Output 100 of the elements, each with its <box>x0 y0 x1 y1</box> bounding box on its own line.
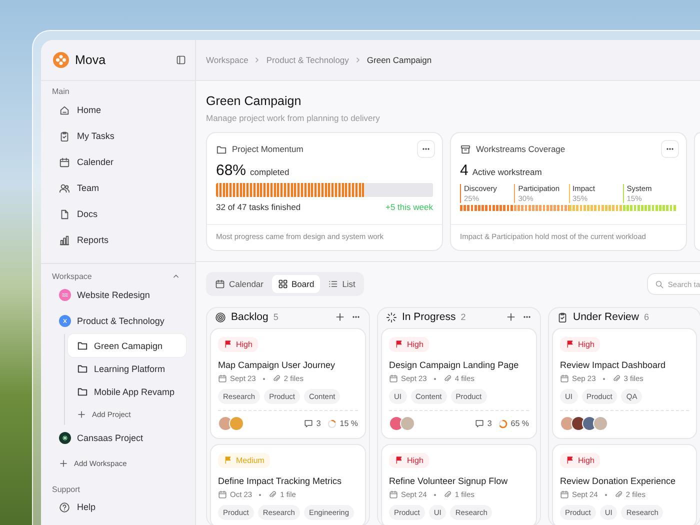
weekly-change: +5 this week <box>386 202 433 212</box>
page-title: Green Campaign <box>206 94 302 108</box>
calendar-icon <box>389 490 398 499</box>
calendar-icon <box>560 374 569 383</box>
separator-dot <box>262 378 265 380</box>
target-icon <box>215 312 226 322</box>
logo-icon <box>53 52 69 68</box>
project-item[interactable]: Green Camapign <box>68 334 186 357</box>
column-count: 6 <box>644 312 650 322</box>
plus-icon <box>59 458 68 468</box>
view-tab[interactable]: Board <box>272 275 320 293</box>
priority-badge: High <box>560 336 600 352</box>
view-tab[interactable]: Calendar <box>209 275 270 293</box>
paperclip-icon <box>268 490 278 499</box>
nav-item[interactable]: Docs <box>41 201 195 227</box>
paperclip-icon <box>612 374 621 383</box>
brand-name: Mova <box>75 53 107 67</box>
calendar-icon <box>218 374 227 383</box>
home-icon <box>59 104 70 116</box>
flag-icon <box>395 340 403 348</box>
chart-icon <box>59 234 70 246</box>
folder-icon <box>77 340 88 351</box>
separator-dot <box>434 494 436 496</box>
column-title: In Progress <box>402 311 456 323</box>
separator-dot <box>259 494 262 496</box>
stat-value: 4 <box>460 162 468 179</box>
workspace-item[interactable]: Product & Technology <box>41 308 195 334</box>
paperclip-icon <box>442 490 452 499</box>
task-title: Map Campaign User Journey <box>218 359 336 371</box>
separator-dot <box>602 378 605 380</box>
more-button[interactable] <box>661 140 679 158</box>
priority-badge: High <box>389 336 430 352</box>
separator-dot <box>434 378 436 380</box>
calendar-icon <box>215 279 225 289</box>
priority-badge: High <box>389 452 430 468</box>
comment-count: 3 <box>316 419 321 428</box>
card-title: Project Momentum <box>232 144 304 154</box>
progress-ring-icon <box>326 418 337 428</box>
calendar-icon <box>218 490 227 499</box>
search-icon <box>654 280 664 288</box>
column-count: 2 <box>460 312 467 322</box>
progress-percent: 15 % <box>340 419 358 428</box>
nav-item[interactable]: Calender <box>41 149 195 175</box>
folder-icon <box>77 386 88 397</box>
workspace-item[interactable]: Website Redesign <box>41 282 195 308</box>
more-button[interactable] <box>417 140 435 158</box>
project-item[interactable]: Learning Platform <box>68 357 186 380</box>
document-icon <box>59 208 70 220</box>
column-title: Under Review <box>573 311 639 323</box>
nav-item[interactable]: My Tasks <box>41 123 195 149</box>
task-title: Refine Volunteer Signup Flow <box>389 475 509 487</box>
nav-item[interactable]: Reports <box>41 227 195 253</box>
progress-ring-icon <box>498 418 508 428</box>
help-icon <box>59 502 70 512</box>
plus-icon[interactable] <box>335 312 345 322</box>
folder-icon <box>77 363 88 374</box>
page-subtitle: Manage project work from planning to delivery <box>206 113 381 123</box>
nav-item[interactable]: Help <box>41 495 195 519</box>
progress-percent: 65 % <box>510 419 529 428</box>
priority-badge: High <box>218 336 258 352</box>
view-tab[interactable]: List <box>322 275 362 293</box>
sidebar-toggle-icon[interactable] <box>176 55 186 65</box>
spinner-icon <box>386 312 397 322</box>
grid-icon <box>278 279 288 289</box>
flag-icon <box>224 340 232 348</box>
clipboard-icon <box>557 312 568 322</box>
flag-icon <box>566 340 574 348</box>
calendar-icon <box>560 490 569 499</box>
calendar-icon <box>389 374 398 383</box>
comment-icon <box>304 419 314 428</box>
flag-icon <box>224 456 232 464</box>
section-label: Main <box>51 86 70 97</box>
task-title: Review Impact Dashboard <box>560 359 667 371</box>
clipboard-icon <box>59 130 70 142</box>
stat-label: completed <box>250 167 290 177</box>
task-title: Define Impact Tracking Metrics <box>218 475 343 487</box>
card-title: Workstreams Coverage <box>476 144 566 154</box>
nav-item[interactable]: Home <box>41 97 195 123</box>
priority-badge: Medium <box>218 452 270 468</box>
calendar-icon <box>59 156 70 168</box>
paperclip-icon <box>442 374 452 383</box>
tasks-finished-text: 32 of 47 tasks finished <box>216 202 301 212</box>
task-title: Review Donation Experience <box>560 475 677 487</box>
archive-icon <box>460 144 471 154</box>
comment-icon <box>475 419 484 428</box>
folder-icon <box>216 144 227 154</box>
project-item[interactable]: Mobile App Revamp <box>68 380 186 403</box>
nav-item[interactable]: Team <box>41 175 195 201</box>
priority-badge: High <box>560 452 600 468</box>
column-count: 5 <box>273 312 280 322</box>
paperclip-icon <box>272 374 281 383</box>
column-title: Backlog <box>231 311 268 323</box>
paperclip-icon <box>614 490 623 499</box>
comment-count: 3 <box>487 419 492 428</box>
workspace-item[interactable]: Cansaas Project <box>41 425 195 451</box>
flag-icon <box>566 456 574 464</box>
section-label: Workspace <box>52 272 92 280</box>
plus-icon[interactable] <box>506 312 516 322</box>
breadcrumb-link[interactable]: Green Campaign <box>366 55 432 65</box>
section-label: Support <box>51 484 82 495</box>
